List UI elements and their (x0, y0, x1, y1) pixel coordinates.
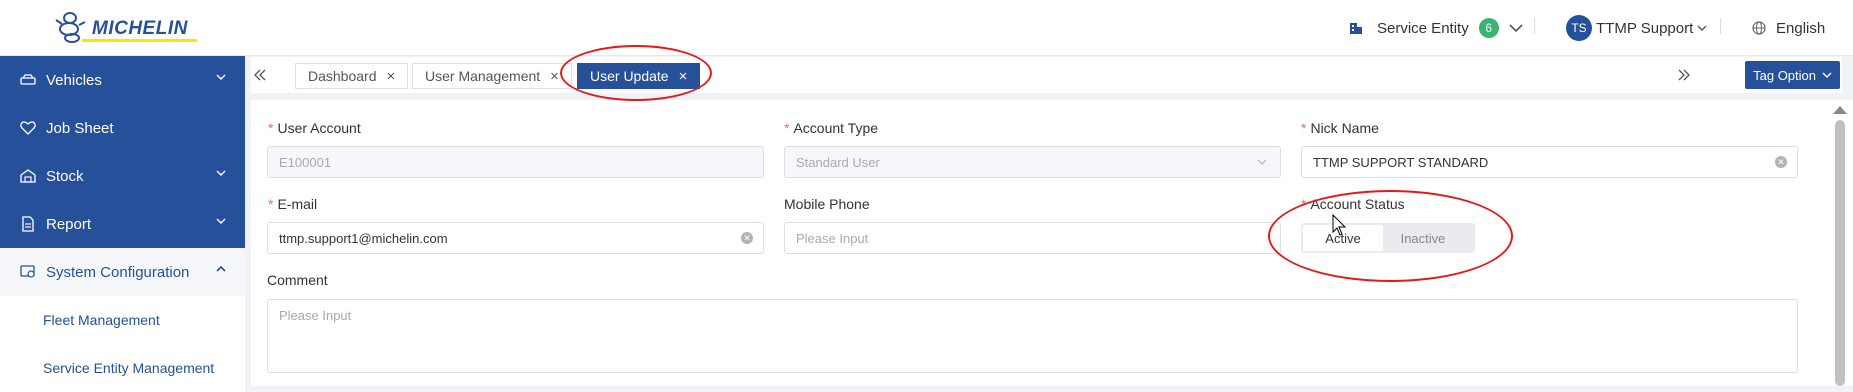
tag-option-button[interactable]: Tag Option (1745, 61, 1840, 89)
scrollbar[interactable] (1827, 100, 1853, 386)
chevron-down-icon (1257, 159, 1267, 165)
sidebar-item-report[interactable]: Report (0, 200, 245, 248)
clear-icon[interactable]: ✕ (1775, 156, 1787, 168)
user-account-field: E100001 (267, 146, 764, 178)
clear-icon[interactable]: ✕ (741, 232, 753, 244)
language-label: English (1776, 19, 1826, 37)
nick-name-value: TTMP SUPPORT STANDARD (1313, 154, 1489, 170)
user-account-label: * User Account (268, 120, 361, 136)
chevron-down-icon (1697, 25, 1707, 31)
mobile-phone-input[interactable]: Please Input (784, 222, 1281, 254)
close-icon[interactable]: × (550, 68, 559, 85)
sidebar-item-system-configuration[interactable]: System Configuration (0, 248, 245, 296)
tab-label: Dashboard (308, 68, 377, 84)
sidebar: Vehicles Job Sheet Stock Report System C… (0, 56, 245, 392)
email-label: * E-mail (268, 196, 318, 212)
user-name: TTMP Support (1596, 19, 1694, 37)
mouse-cursor-icon (1332, 214, 1347, 236)
tab-dashboard[interactable]: Dashboard × (295, 63, 409, 89)
double-chevron-right-icon[interactable] (1677, 68, 1691, 82)
chevron-down-icon (216, 74, 226, 80)
nick-name-input[interactable]: TTMP SUPPORT STANDARD ✕ (1301, 146, 1798, 178)
scrollbar-thumb[interactable] (1835, 120, 1845, 386)
service-entity-label: Service Entity (1377, 19, 1469, 37)
tab-user-management[interactable]: User Management × (412, 63, 572, 89)
chevron-down-icon (1822, 72, 1832, 78)
email-value: ttmp.support1@michelin.com (279, 230, 448, 246)
tabs-bar: Dashboard × User Management × User Updat… (251, 57, 1842, 93)
warehouse-icon (20, 168, 36, 184)
double-chevron-left-icon[interactable] (253, 68, 267, 82)
divider (1534, 18, 1535, 34)
nick-name-label: * Nick Name (1301, 120, 1379, 136)
chevron-down-icon (216, 170, 226, 176)
sidebar-item-label: Vehicles (46, 71, 102, 89)
comment-label: Comment (267, 272, 328, 288)
settings-monitor-icon (20, 264, 36, 280)
sidebar-subitem-service-entity-management[interactable]: Service Entity Management (0, 344, 245, 392)
sidebar-item-label: System Configuration (46, 263, 190, 281)
sidebar-item-label: Job Sheet (46, 119, 114, 137)
globe-icon (1752, 21, 1766, 35)
sidebar-item-label: Report (46, 215, 92, 233)
user-update-form: * User Account E100001 * Account Type Stan… (251, 100, 1827, 386)
user-menu[interactable]: TS TTMP Support (1566, 14, 1707, 42)
divider (1720, 18, 1721, 34)
tab-label: User Management (425, 68, 541, 84)
annotation-ellipse-tab (560, 45, 712, 101)
brand-name: MICHELIN (92, 18, 188, 39)
mobile-phone-label: Mobile Phone (784, 196, 870, 212)
annotation-ellipse-status (1268, 190, 1513, 282)
michelin-logo[interactable]: MICHELIN (52, 10, 197, 44)
sidebar-subitem-label: Fleet Management (43, 312, 160, 328)
chevron-up-icon (216, 265, 226, 272)
building-icon (1350, 23, 1362, 34)
close-icon[interactable]: × (387, 68, 396, 85)
heart-icon (20, 120, 36, 136)
sidebar-item-vehicles[interactable]: Vehicles (0, 56, 245, 104)
tag-option-label: Tag Option (1753, 67, 1816, 83)
sidebar-subitem-label: Service Entity Management (43, 360, 215, 376)
account-type-label: * Account Type (784, 120, 879, 136)
logo-underline (82, 39, 197, 42)
comment-textarea[interactable]: Please Input (267, 299, 1798, 373)
mobile-phone-placeholder: Please Input (796, 230, 869, 246)
chevron-down-icon (216, 218, 226, 224)
comment-placeholder: Please Input (279, 308, 352, 323)
sidebar-subitem-fleet-management[interactable]: Fleet Management (0, 296, 245, 344)
sidebar-item-job-sheet[interactable]: Job Sheet (0, 104, 245, 152)
language-selector[interactable]: English (1752, 14, 1825, 42)
sidebar-item-stock[interactable]: Stock (0, 152, 245, 200)
account-type-value: Standard User (796, 154, 880, 170)
top-bar: MICHELIN Service Entity 6 TS TTMP Suppor… (0, 0, 1853, 56)
sidebar-item-label: Stock (46, 167, 84, 185)
document-icon (20, 216, 36, 232)
chevron-down-icon (1509, 24, 1523, 33)
user-account-value: E100001 (279, 154, 332, 170)
car-icon (20, 72, 36, 88)
email-field[interactable]: ttmp.support1@michelin.com ✕ (267, 222, 764, 254)
service-entity-selector[interactable]: Service Entity 6 (1349, 14, 1523, 42)
avatar: TS (1566, 15, 1592, 41)
service-entity-count-badge: 6 (1478, 18, 1499, 38)
account-type-select: Standard User (784, 146, 1281, 178)
scroll-up-arrow-icon[interactable] (1833, 106, 1847, 114)
